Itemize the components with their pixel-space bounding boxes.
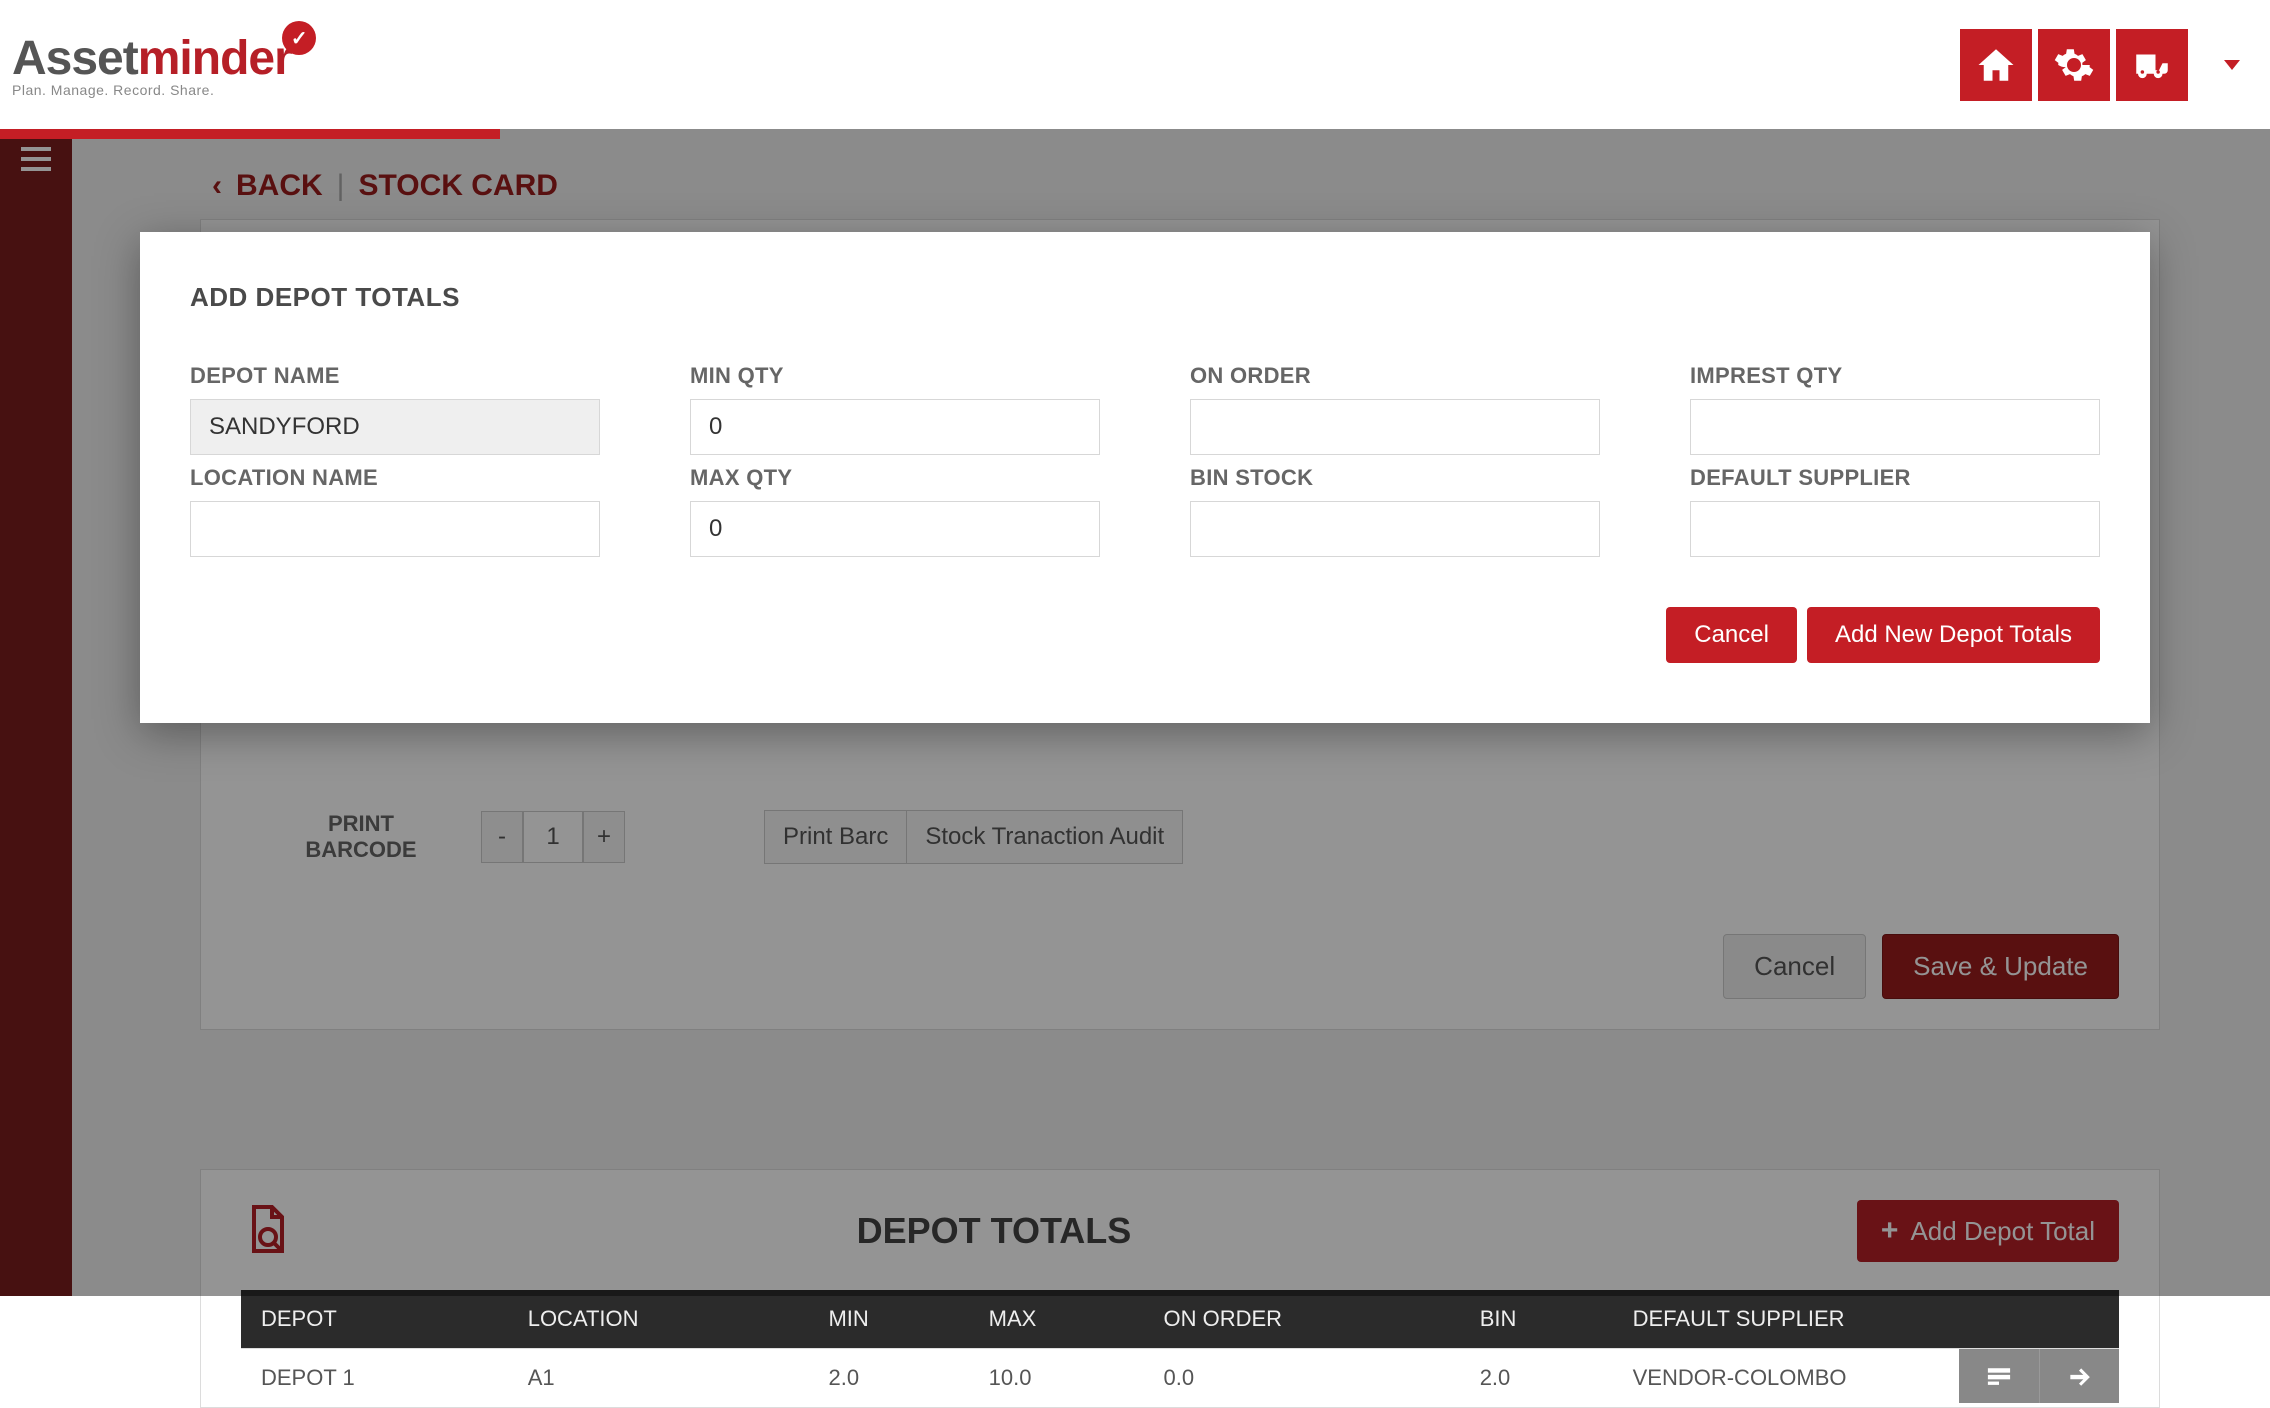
col-location: LOCATION	[508, 1290, 809, 1349]
cell-location: A1	[508, 1349, 809, 1408]
label-depot-name: DEPOT NAME	[190, 363, 600, 389]
label-location-name: LOCATION NAME	[190, 465, 600, 491]
depot-name-field[interactable]	[190, 399, 600, 455]
row-detail-icon[interactable]	[1959, 1349, 2039, 1403]
label-bin-stock: BIN STOCK	[1190, 465, 1600, 491]
label-max-qty: MAX QTY	[690, 465, 1100, 491]
on-order-field[interactable]	[1190, 399, 1600, 455]
modal-cancel-button[interactable]: Cancel	[1666, 607, 1797, 663]
top-icon-bar	[1960, 29, 2240, 101]
default-supplier-field[interactable]	[1690, 501, 2100, 557]
cell-depot: DEPOT 1	[241, 1349, 508, 1408]
min-qty-field[interactable]	[690, 399, 1100, 455]
home-icon[interactable]	[1960, 29, 2032, 101]
col-bin: BIN	[1460, 1290, 1613, 1349]
max-qty-field[interactable]	[690, 501, 1100, 557]
accent-stripe	[0, 129, 500, 139]
label-imprest-qty: IMPREST QTY	[1690, 363, 2100, 389]
cell-on-order: 0.0	[1144, 1349, 1460, 1408]
table-row[interactable]: DEPOT 1 A1 2.0 10.0 0.0 2.0 VENDOR-COLOM…	[241, 1349, 2119, 1408]
chevron-down-icon[interactable]	[2224, 60, 2240, 70]
col-on-order: ON ORDER	[1144, 1290, 1460, 1349]
col-supplier: DEFAULT SUPPLIER	[1613, 1290, 2119, 1349]
top-header: Assetminder ✓ Plan. Manage. Record. Shar…	[0, 0, 2270, 129]
gear-icon[interactable]	[2038, 29, 2110, 101]
cell-max: 10.0	[969, 1349, 1144, 1408]
brand-part2: minder	[138, 31, 292, 86]
row-arrow-icon[interactable]	[2039, 1349, 2120, 1403]
imprest-qty-field[interactable]	[1690, 399, 2100, 455]
depot-totals-table: DEPOT LOCATION MIN MAX ON ORDER BIN DEFA…	[241, 1290, 2119, 1407]
brand-logo: Assetminder ✓ Plan. Manage. Record. Shar…	[12, 31, 292, 98]
modal-add-button[interactable]: Add New Depot Totals	[1807, 607, 2100, 663]
label-min-qty: MIN QTY	[690, 363, 1100, 389]
label-on-order: ON ORDER	[1190, 363, 1600, 389]
modal-title: ADD DEPOT TOTALS	[190, 282, 2100, 313]
add-depot-totals-modal: ADD DEPOT TOTALS DEPOT NAME LOCATION NAM…	[140, 232, 2150, 723]
check-badge-icon: ✓	[282, 21, 316, 55]
truck-icon[interactable]	[2116, 29, 2188, 101]
col-depot: DEPOT	[241, 1290, 508, 1349]
col-min: MIN	[808, 1290, 968, 1349]
col-max: MAX	[969, 1290, 1144, 1349]
cell-bin: 2.0	[1460, 1349, 1613, 1408]
cell-min: 2.0	[808, 1349, 968, 1408]
brand-part1: Asset	[12, 31, 138, 86]
bin-stock-field[interactable]	[1190, 501, 1600, 557]
label-default-supplier: DEFAULT SUPPLIER	[1690, 465, 2100, 491]
location-name-field[interactable]	[190, 501, 600, 557]
